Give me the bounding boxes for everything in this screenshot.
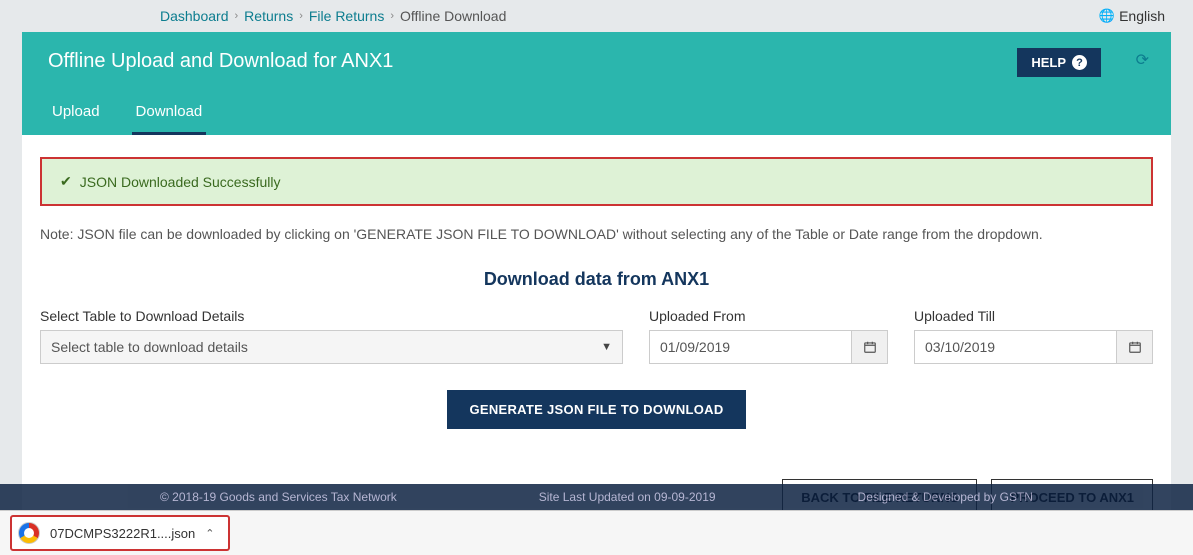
footer-mid: Site Last Updated on 09-09-2019 [539,490,716,504]
till-label: Uploaded Till [914,308,1153,324]
download-chip[interactable]: 07DCMPS3222R1....json ⌃ [10,515,230,551]
page-title: Offline Upload and Download for ANX1 [48,50,1145,73]
note-text: Note: JSON file can be downloaded by cli… [40,224,1153,245]
table-select[interactable]: Select table to download details ▼ [40,330,623,364]
uploaded-till-input[interactable] [915,331,1116,363]
question-icon: ? [1072,55,1087,70]
success-alert: ✔ JSON Downloaded Successfully [40,157,1153,206]
help-label: HELP [1031,55,1066,70]
section-title: Download data from ANX1 [40,269,1153,290]
tab-bar: Upload Download [48,93,1145,135]
chevron-right-icon: › [235,10,239,22]
help-button[interactable]: HELP ? [1017,48,1101,77]
hero-banner: Offline Upload and Download for ANX1 HEL… [22,32,1171,135]
from-label: Uploaded From [649,308,888,324]
tab-upload[interactable]: Upload [48,93,104,135]
chevron-right-icon: › [299,10,303,22]
table-label: Select Table to Download Details [40,308,623,324]
check-circle-icon: ✔ [60,173,72,190]
crumb-file-returns[interactable]: File Returns [309,8,384,24]
alert-text: JSON Downloaded Successfully [80,174,281,190]
footer-bar: © 2018-19 Goods and Services Tax Network… [0,484,1193,510]
main-panel: Offline Upload and Download for ANX1 HEL… [22,32,1171,534]
download-bar: 07DCMPS3222R1....json ⌃ [0,510,1193,555]
chevron-up-icon: ⌃ [205,527,214,540]
footer-left: © 2018-19 Goods and Services Tax Network [160,490,397,504]
download-filename: 07DCMPS3222R1....json [50,526,195,541]
calendar-icon[interactable] [851,331,887,363]
tab-download[interactable]: Download [132,93,207,135]
table-select-value: Select table to download details [51,339,248,355]
breadcrumb: Dashboard › Returns › File Returns › Off… [160,8,506,24]
chrome-icon [18,522,40,544]
uploaded-from-input[interactable] [650,331,851,363]
footer-right: Designed & Developed by GSTN [858,490,1033,504]
crumb-dashboard[interactable]: Dashboard [160,8,229,24]
globe-icon: 🌐 [1099,8,1115,24]
calendar-icon[interactable] [1116,331,1152,363]
crumb-current: Offline Download [400,8,506,24]
crumb-returns[interactable]: Returns [244,8,293,24]
language-selector[interactable]: 🌐 English [1099,8,1165,24]
caret-down-icon: ▼ [601,341,612,353]
chevron-right-icon: › [390,10,394,22]
language-label: English [1119,8,1165,24]
refresh-icon[interactable]: ⟳ [1136,50,1149,70]
generate-json-button[interactable]: GENERATE JSON FILE TO DOWNLOAD [447,390,745,429]
